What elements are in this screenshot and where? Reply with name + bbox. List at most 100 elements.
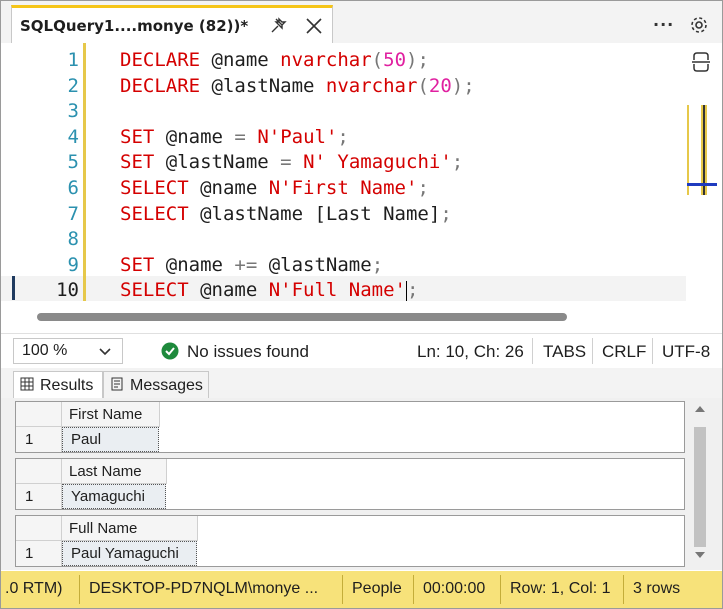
code-line[interactable]: 1 DECLARE @name nvarchar(50); bbox=[1, 49, 691, 74]
code-token: ; bbox=[371, 253, 384, 276]
split-editor-icon[interactable] bbox=[691, 51, 711, 73]
code-line[interactable]: 7 SELECT @lastName [Last Name]; bbox=[1, 203, 691, 228]
divider bbox=[592, 338, 593, 364]
divider bbox=[532, 338, 533, 364]
scroll-up-arrow-icon[interactable] bbox=[694, 405, 706, 413]
column-header[interactable]: Full Name bbox=[62, 516, 198, 541]
gear-icon[interactable] bbox=[689, 15, 709, 35]
more-options-icon[interactable]: ··· bbox=[653, 15, 674, 34]
code-token: ; bbox=[337, 125, 349, 148]
code-token: @name bbox=[154, 253, 235, 276]
code-line[interactable]: 2 DECLARE @lastName nvarchar(20); bbox=[1, 75, 691, 100]
code-token: @name bbox=[188, 279, 269, 302]
code-token: SET bbox=[120, 125, 155, 148]
code-token: ); bbox=[406, 49, 429, 71]
line-number: 3 bbox=[67, 100, 79, 123]
zoom-dropdown[interactable]: 100 % bbox=[13, 338, 123, 364]
encoding[interactable]: UTF-8 bbox=[662, 342, 710, 362]
tab-results[interactable]: Results bbox=[13, 371, 103, 398]
code-token: @lastName bbox=[200, 74, 326, 97]
result-grid[interactable]: First Name 1 Paul bbox=[15, 401, 685, 453]
result-grid[interactable]: Last Name 1 Yamaguchi bbox=[15, 458, 685, 510]
code-text: SET @name = N'Paul'; bbox=[120, 126, 349, 148]
code-text: SET @name += @lastName; bbox=[120, 254, 383, 276]
results-tab-strip: Results Messages bbox=[1, 368, 722, 398]
code-line[interactable]: 4 SET @name = N'Paul'; bbox=[1, 126, 691, 151]
code-token: @lastName [Last Name] bbox=[188, 202, 441, 225]
line-number: 9 bbox=[67, 253, 79, 276]
code-editor[interactable]: 1 DECLARE @name nvarchar(50); 2 DECLARE @la… bbox=[1, 43, 722, 333]
row-number[interactable]: 1 bbox=[16, 427, 62, 452]
server-version: .0 RTM) bbox=[5, 580, 63, 597]
scroll-down-arrow-icon[interactable] bbox=[694, 551, 706, 559]
code-text: SELECT @name N'First Name'; bbox=[120, 177, 429, 199]
chevron-down-icon bbox=[99, 348, 111, 356]
code-token: 20 bbox=[428, 74, 452, 97]
query-window: SQLQuery1....monye (82))* ··· 1 DECLARE @… bbox=[0, 0, 723, 609]
code-token: N'First Name' bbox=[268, 177, 418, 199]
divider bbox=[500, 575, 501, 604]
code-line[interactable]: 9 SET @name += @lastName; bbox=[1, 254, 691, 279]
grid-corner bbox=[16, 459, 62, 484]
result-grid[interactable]: Full Name 1 Paul Yamaguchi bbox=[15, 515, 685, 567]
horizontal-scrollbar[interactable] bbox=[37, 313, 567, 321]
code-line[interactable]: 5 SET @lastName = N' Yamaguchi'; bbox=[1, 151, 691, 176]
cursor-position[interactable]: Ln: 10, Ch: 26 bbox=[417, 342, 524, 362]
code-text: DECLARE @lastName nvarchar(20); bbox=[120, 75, 475, 97]
column-header[interactable]: First Name bbox=[62, 402, 160, 427]
code-token: nvarchar bbox=[280, 49, 372, 71]
code-token: N'Full Name' bbox=[268, 279, 406, 302]
row-number[interactable]: 1 bbox=[16, 541, 62, 566]
issues-status[interactable]: No issues found bbox=[187, 342, 309, 362]
row-count: 3 rows bbox=[633, 580, 681, 597]
code-token: ); bbox=[451, 74, 475, 97]
code-token: nvarchar bbox=[325, 74, 418, 97]
close-icon[interactable] bbox=[304, 16, 324, 36]
column-header[interactable]: Last Name bbox=[62, 459, 167, 484]
results-vertical-scrollbar[interactable] bbox=[690, 401, 710, 567]
divider bbox=[413, 575, 414, 604]
tab-title: SQLQuery1....monye (82))* bbox=[20, 17, 249, 35]
row-number[interactable]: 1 bbox=[16, 484, 62, 509]
code-line[interactable]: 6 SELECT @name N'First Name'; bbox=[1, 177, 691, 202]
check-circle-icon bbox=[161, 342, 179, 360]
pin-icon[interactable] bbox=[268, 16, 288, 36]
tab-sqlquery1[interactable]: SQLQuery1....monye (82))* bbox=[11, 5, 333, 43]
code-token: @name bbox=[200, 49, 281, 71]
code-line[interactable]: 8 bbox=[1, 228, 691, 253]
tab-results-label: Results bbox=[40, 377, 94, 394]
code-text: SELECT @name N'Full Name'; bbox=[120, 279, 418, 301]
code-text: DECLARE @name nvarchar(50); bbox=[120, 49, 429, 71]
code-line[interactable]: 10 SELECT @name N'Full Name'; bbox=[1, 279, 691, 304]
line-number: 6 bbox=[67, 177, 79, 199]
scrollbar-thumb[interactable] bbox=[694, 427, 706, 547]
code-token: ( bbox=[417, 74, 429, 97]
tab-messages[interactable]: Messages bbox=[103, 371, 209, 398]
row-col-position: Row: 1, Col: 1 bbox=[510, 580, 611, 597]
code-token: ; bbox=[440, 202, 452, 225]
line-number: 2 bbox=[67, 74, 79, 97]
grid-corner bbox=[16, 402, 62, 427]
divider bbox=[623, 575, 624, 604]
grid-cell[interactable]: Yamaguchi bbox=[62, 484, 166, 509]
indent-mode[interactable]: TABS bbox=[543, 342, 586, 362]
code-token: ( bbox=[371, 49, 384, 71]
code-token: += bbox=[234, 253, 258, 276]
tab-messages-label: Messages bbox=[130, 377, 203, 394]
grid-cell[interactable]: Paul Yamaguchi bbox=[62, 541, 197, 566]
tab-strip: SQLQuery1....monye (82))* ··· bbox=[1, 1, 722, 43]
code-text: SET @lastName = N' Yamaguchi'; bbox=[120, 151, 463, 173]
server-connection: DESKTOP-PD7NQLM\monye ... bbox=[89, 580, 319, 597]
line-ending[interactable]: CRLF bbox=[602, 342, 646, 362]
code-token: @name bbox=[188, 177, 269, 199]
code-token: SELECT bbox=[120, 177, 189, 199]
grid-cell[interactable]: Paul bbox=[62, 427, 159, 452]
code-line[interactable]: 3 bbox=[1, 100, 691, 125]
results-pane: First Name 1 Paul Last Name 1 Yamaguchi … bbox=[1, 398, 722, 570]
grid-icon bbox=[20, 377, 34, 391]
editor-overview-ruler[interactable] bbox=[687, 103, 717, 203]
messages-icon bbox=[111, 377, 123, 391]
code-token: ; bbox=[407, 279, 419, 302]
code-token: ; bbox=[417, 177, 429, 199]
code-text: SELECT @lastName [Last Name]; bbox=[120, 203, 452, 225]
